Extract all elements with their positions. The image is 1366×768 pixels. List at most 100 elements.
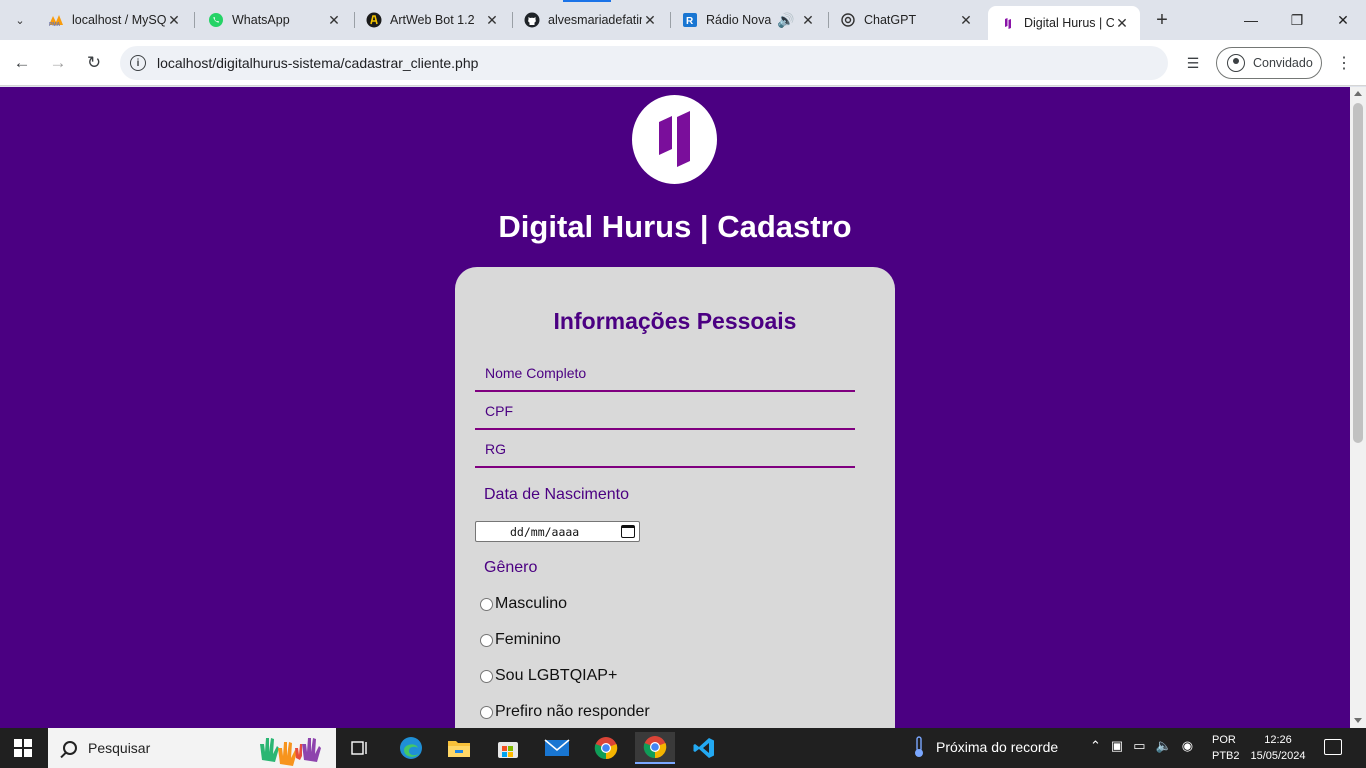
clock-time: 12:26	[1264, 734, 1292, 746]
tab-title: alvesmariadefatima	[548, 13, 642, 27]
tab-phpmyadmin[interactable]: PMA localhost / MySQL ✕	[36, 6, 192, 34]
minimize-icon[interactable]: —	[1228, 0, 1274, 40]
radio-label: Sou LGBTQIAP+	[495, 667, 618, 684]
address-bar[interactable]: i localhost/digitalhurus-sistema/cadastr…	[120, 46, 1168, 80]
tab-github[interactable]: alvesmariadefatima ✕	[512, 6, 668, 34]
radio-button[interactable]	[480, 633, 493, 647]
close-tab-icon[interactable]: ✕	[166, 12, 182, 28]
speaker-icon[interactable]: 🔊	[777, 12, 794, 28]
profile-label: Convidado	[1253, 56, 1313, 70]
tab-artweb[interactable]: ArtWeb Bot 1.2 ✕	[354, 6, 510, 34]
page-scrollbar[interactable]	[1350, 87, 1366, 728]
clock[interactable]: 12:26 15/05/2024	[1248, 732, 1308, 764]
tab-search-chevron-icon[interactable]: ⌄	[8, 8, 32, 32]
gender-option-feminino[interactable]: Feminino	[480, 631, 561, 649]
tab-digital-hurus[interactable]: Digital Hurus | Cadastro ✕	[988, 6, 1140, 40]
close-window-icon[interactable]: ✕	[1320, 0, 1366, 40]
back-icon[interactable]: ←	[8, 49, 36, 77]
tab-radio[interactable]: R Rádio Nova 🔊 ✕	[670, 6, 826, 34]
edge-icon[interactable]	[391, 732, 431, 764]
chevron-up-icon[interactable]: ⌃	[1090, 738, 1101, 754]
gender-option-masculino[interactable]: Masculino	[480, 595, 567, 613]
full-name-input[interactable]	[475, 356, 855, 392]
search-placeholder: Pesquisar	[88, 740, 151, 756]
hands-doodle-icon	[260, 738, 321, 766]
weather-widget[interactable]: Próxima do recorde	[914, 736, 1058, 758]
network-icon[interactable]: ▣	[1111, 738, 1123, 754]
close-tab-icon[interactable]: ✕	[800, 12, 816, 28]
chatgpt-icon	[840, 12, 856, 28]
scroll-up-arrow-icon[interactable]	[1354, 91, 1362, 96]
registration-form-card: Informações Pessoais Data de Nascimento …	[455, 267, 895, 728]
page-viewport: Digital Hurus | Cadastro Informações Pes…	[0, 87, 1350, 728]
close-tab-icon[interactable]: ✕	[642, 12, 658, 28]
url-text[interactable]: localhost/digitalhurus-sistema/cadastrar…	[157, 55, 478, 71]
windows-start-icon[interactable]	[14, 739, 32, 757]
radio-button[interactable]	[480, 669, 493, 683]
tab-title: ChatGPT	[864, 13, 917, 27]
cpf-input[interactable]	[475, 394, 855, 430]
tab-chatgpt[interactable]: ChatGPT ✕	[828, 6, 984, 34]
radio-label: Masculino	[495, 595, 568, 612]
radio-button[interactable]	[480, 705, 493, 719]
taskbar-search[interactable]: Pesquisar	[48, 728, 336, 768]
display-icon[interactable]: ▭	[1133, 738, 1145, 754]
radio-icon: R	[682, 12, 698, 28]
reload-icon[interactable]: ↻	[80, 49, 108, 77]
chrome-icon[interactable]	[586, 732, 626, 764]
gender-label: Gênero	[484, 559, 538, 576]
digital-hurus-logo	[632, 95, 717, 184]
birth-date-input[interactable]: dd/mm/aaaa	[475, 521, 640, 542]
forward-icon[interactable]: →	[44, 49, 72, 77]
phpmyadmin-icon: PMA	[48, 12, 64, 28]
new-tab-icon[interactable]: +	[1150, 8, 1174, 32]
close-tab-icon[interactable]: ✕	[484, 12, 500, 28]
whatsapp-icon	[208, 12, 224, 28]
radio-button[interactable]	[480, 597, 493, 611]
tab-whatsapp[interactable]: WhatsApp ✕	[196, 6, 352, 34]
radio-label: Prefiro não responder	[495, 703, 650, 720]
language-code: POR	[1212, 734, 1236, 746]
tab-group-indicator	[563, 0, 611, 2]
form-section-title: Informações Pessoais	[553, 308, 797, 334]
scroll-down-arrow-icon[interactable]	[1354, 718, 1362, 723]
thermometer-icon	[915, 736, 923, 757]
close-tab-icon[interactable]: ✕	[1114, 15, 1130, 31]
github-icon	[524, 12, 540, 28]
tab-title: ArtWeb Bot 1.2	[390, 13, 475, 27]
restore-icon[interactable]: ❐	[1274, 0, 1320, 40]
windows-taskbar: Pesquisar Próxima do recorde ⌃ ▣ ▭ 🔈 ◉ P…	[0, 728, 1366, 768]
mail-icon[interactable]	[537, 732, 577, 764]
microsoft-store-icon[interactable]	[488, 732, 528, 764]
system-tray: ⌃ ▣ ▭ 🔈 ◉	[1090, 738, 1203, 754]
birth-date-label: Data de Nascimento	[484, 486, 629, 503]
browser-tab-strip: ⌄ PMA localhost / MySQL ✕ WhatsApp ✕ Art…	[0, 0, 1366, 40]
artweb-icon	[366, 12, 382, 28]
file-explorer-icon[interactable]	[439, 732, 479, 764]
tab-title: localhost / MySQL	[72, 13, 166, 27]
chrome-active-icon[interactable]	[635, 732, 675, 764]
tab-title: Digital Hurus | Cadastro	[1024, 16, 1114, 30]
close-tab-icon[interactable]: ✕	[326, 12, 342, 28]
menu-kebab-icon[interactable]: ⋮	[1334, 52, 1354, 74]
camera-icon[interactable]: ◉	[1182, 738, 1193, 754]
media-controls-icon[interactable]: ☰	[1182, 52, 1204, 74]
tab-separator	[194, 12, 195, 28]
close-tab-icon[interactable]: ✕	[958, 12, 974, 28]
gender-option-prefer-not[interactable]: Prefiro não responder	[480, 703, 650, 721]
page-title: Digital Hurus | Cadastro	[498, 209, 852, 244]
keyboard-layout: PTB2	[1212, 750, 1240, 762]
svg-text:R: R	[686, 16, 694, 27]
volume-icon[interactable]: 🔈	[1156, 738, 1172, 754]
profile-button[interactable]: Convidado	[1216, 47, 1322, 79]
vscode-icon[interactable]	[684, 732, 724, 764]
rg-input[interactable]	[475, 432, 855, 468]
notifications-icon[interactable]	[1324, 739, 1342, 755]
task-view-icon[interactable]	[340, 732, 380, 764]
scrollbar-thumb[interactable]	[1353, 103, 1363, 443]
input-language[interactable]: POR PTB2	[1212, 732, 1240, 764]
browser-toolbar: ← → ↻ i localhost/digitalhurus-sistema/c…	[0, 40, 1366, 86]
site-info-icon[interactable]: i	[130, 55, 146, 71]
calendar-icon[interactable]	[621, 525, 635, 538]
gender-option-lgbtqiap[interactable]: Sou LGBTQIAP+	[480, 667, 617, 685]
